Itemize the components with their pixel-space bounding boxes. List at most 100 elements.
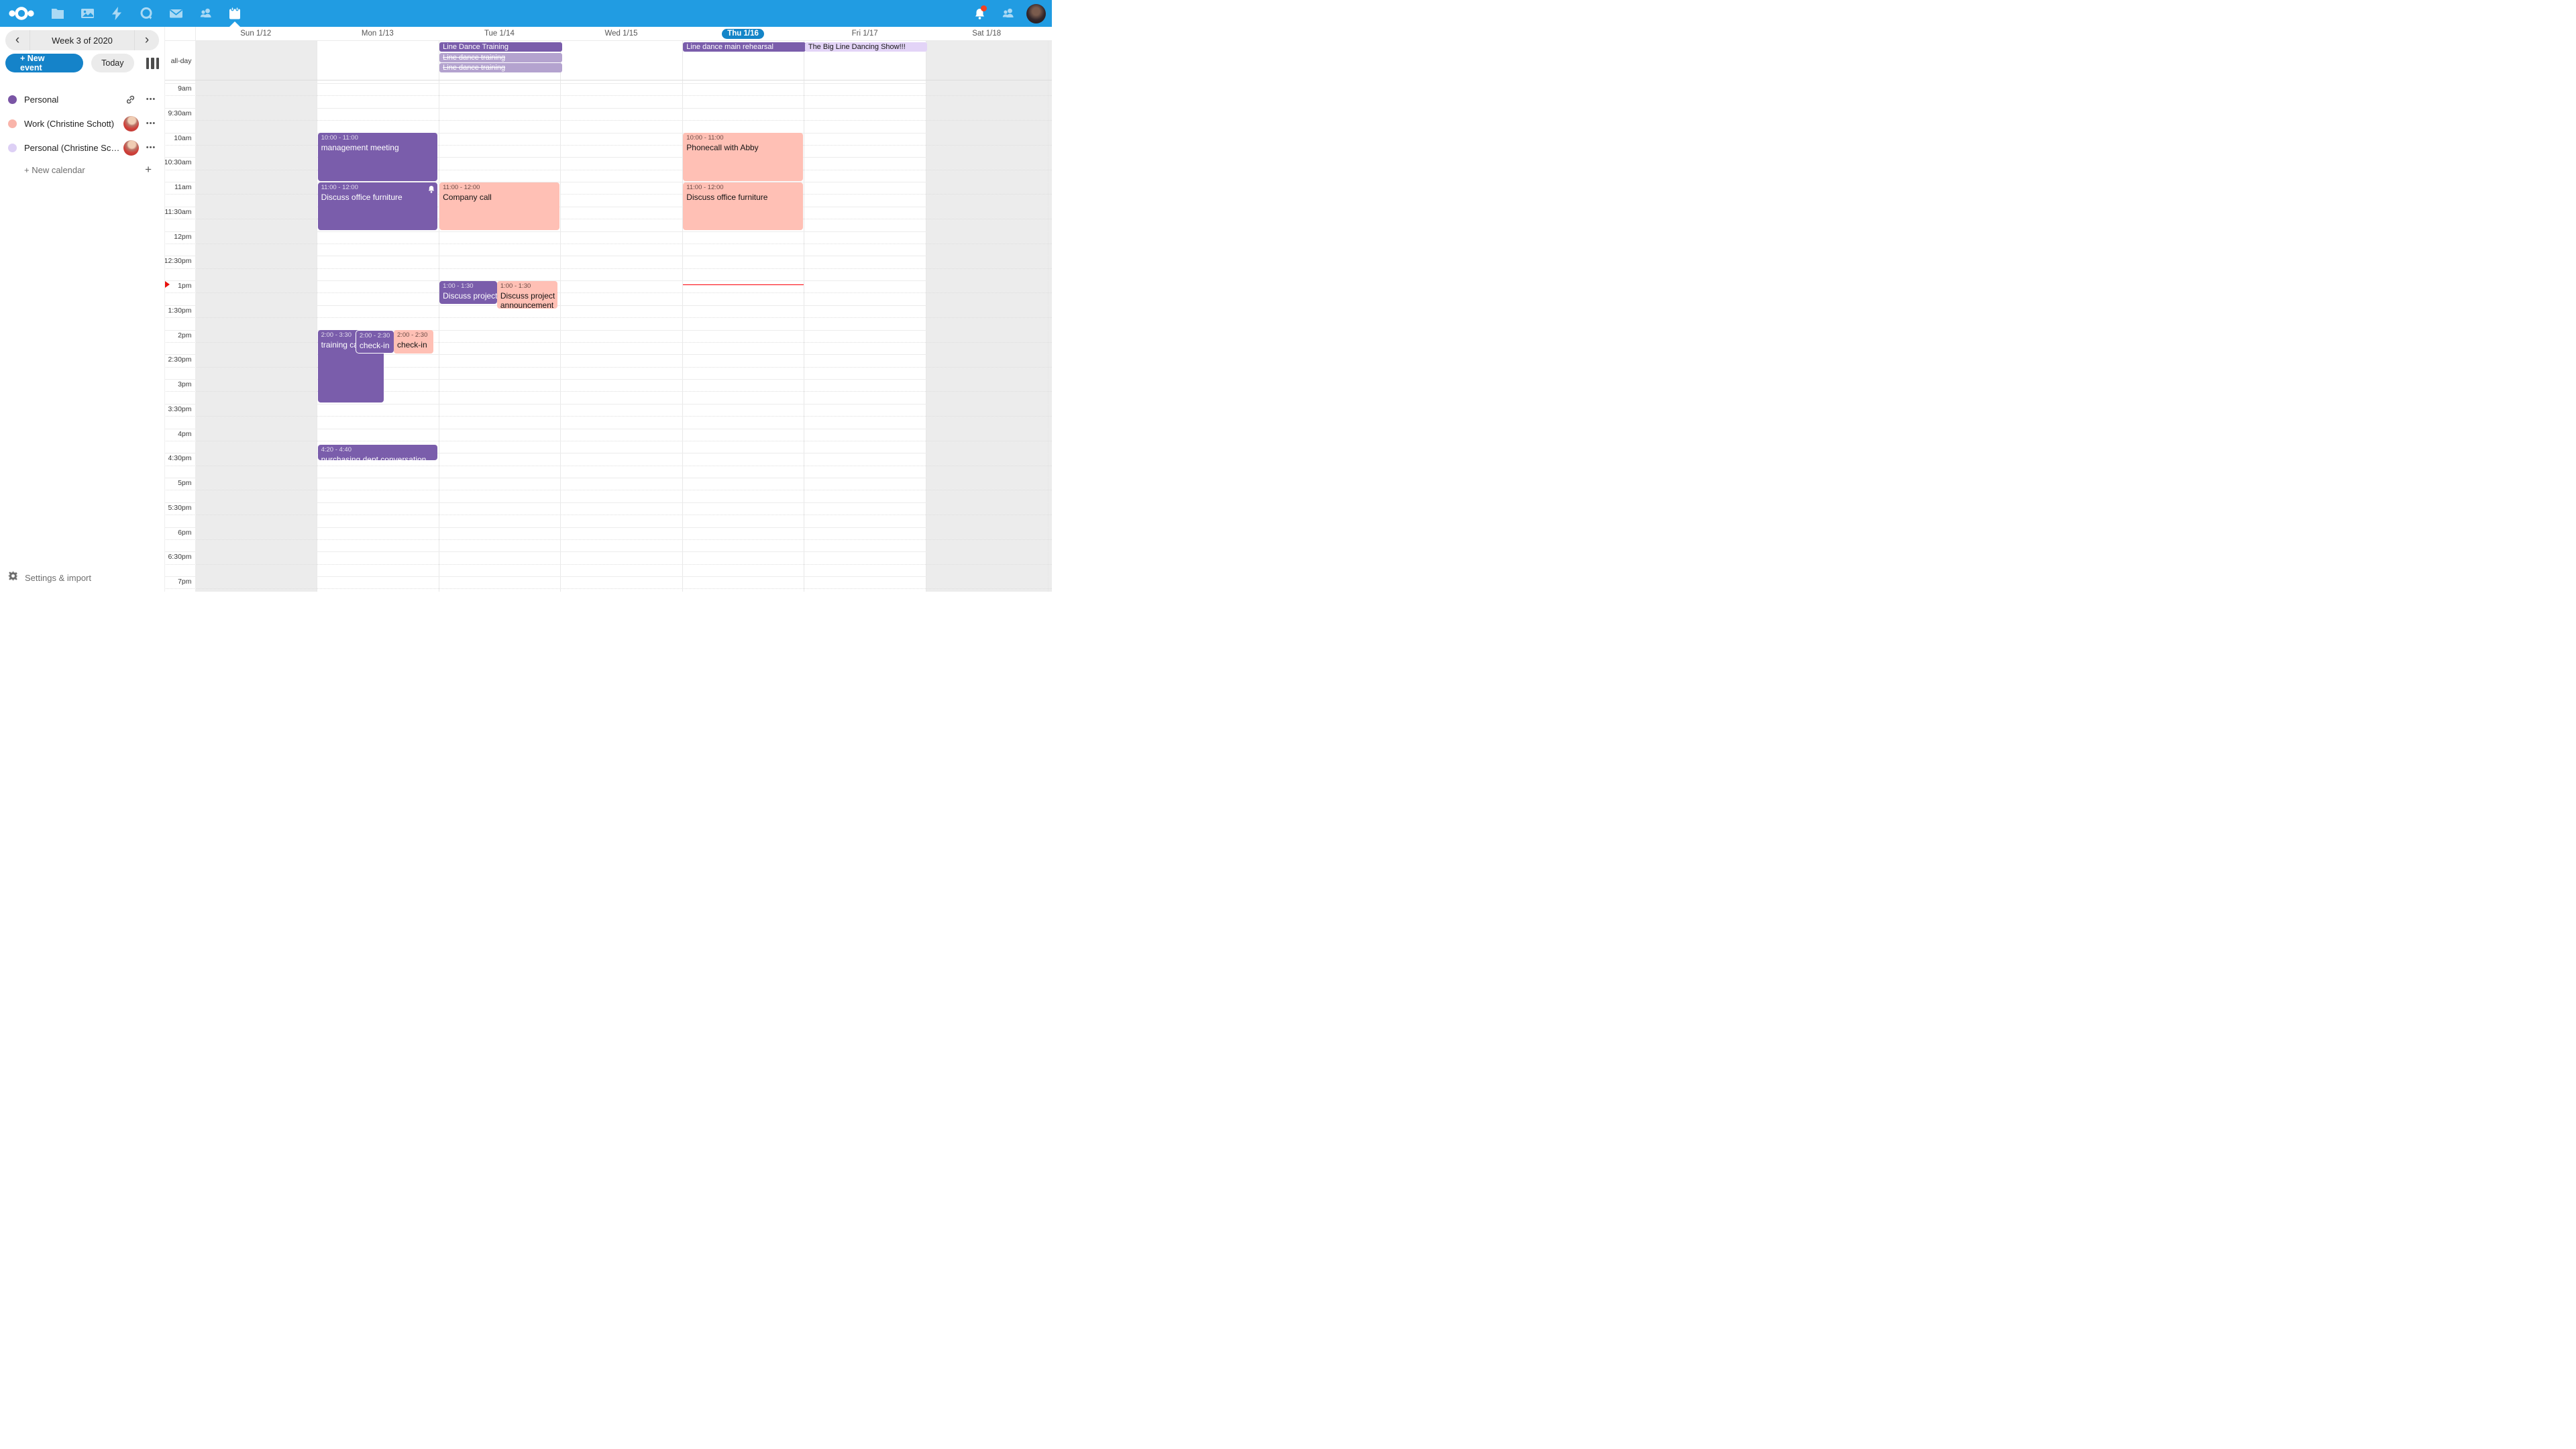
time-label: 5pm (178, 479, 191, 487)
day-column-wed[interactable] (560, 40, 683, 592)
current-time-arrow (165, 281, 170, 288)
today-pill: Thu 1/16 (722, 29, 764, 39)
time-label: 4pm (178, 430, 191, 438)
calendar-menu-button[interactable]: ••• (144, 119, 158, 127)
day-column-mon[interactable] (317, 40, 439, 592)
event[interactable]: 1:00 - 1:30Discuss project announcement (439, 281, 497, 305)
time-label: 1:30pm (168, 307, 191, 315)
time-label: 9am (178, 85, 191, 93)
new-calendar-button[interactable]: + New calendar+ (0, 160, 164, 180)
nextcloud-logo[interactable] (0, 5, 43, 21)
allday-event[interactable]: The Big Line Dancing Show!!! (805, 42, 928, 52)
event-title: Discuss office furniture (321, 193, 437, 202)
user-avatar[interactable] (1024, 0, 1048, 27)
scrollbar-gutter[interactable] (1048, 40, 1053, 592)
day-column-sun[interactable] (195, 40, 318, 592)
calendar-color-dot (8, 144, 17, 152)
allday-event[interactable]: Line dance training (439, 63, 562, 72)
event-time: 2:00 - 2:30 (397, 331, 432, 339)
day-header-tue[interactable]: Tue 1/14 (439, 27, 561, 40)
event[interactable]: 11:00 - 12:00Discuss office furniture (318, 182, 438, 231)
event-time: 2:00 - 2:30 (360, 332, 392, 340)
event[interactable]: 2:00 - 2:30check-in (394, 330, 433, 354)
calendar-list-item[interactable]: Personal••• (0, 87, 164, 111)
week-navigation: ‹ Week 3 of 2020 › (5, 30, 159, 50)
event-title: check-in (397, 340, 432, 350)
event-title: Discuss project announcement (500, 291, 556, 309)
event[interactable]: 11:00 - 12:00Company call (439, 182, 559, 231)
time-label: 11:30am (164, 208, 191, 216)
event-title: check-in (360, 341, 392, 350)
allday-event[interactable]: Line dance training (439, 53, 562, 62)
day-header-fri[interactable]: Fri 1/17 (804, 27, 926, 40)
notifications-bell-icon[interactable] (967, 0, 991, 27)
activity-icon[interactable] (102, 0, 131, 27)
calendar-color-dot (8, 119, 17, 128)
talk-icon[interactable] (131, 0, 161, 27)
day-header-wed[interactable]: Wed 1/15 (560, 27, 682, 40)
day-header-mon[interactable]: Mon 1/13 (317, 27, 439, 40)
event-time: 10:00 - 11:00 (321, 134, 437, 142)
event-time: 10:00 - 11:00 (686, 134, 802, 142)
contacts-menu-icon[interactable] (996, 0, 1020, 27)
reminder-bell-icon (428, 184, 435, 197)
time-label: 3pm (178, 380, 191, 388)
view-toggle-icon[interactable] (146, 58, 160, 69)
gear-icon (8, 571, 18, 584)
files-icon[interactable] (43, 0, 72, 27)
day-column-sat[interactable] (926, 40, 1049, 592)
event-time: 1:00 - 1:30 (500, 282, 556, 290)
calendar-menu-button[interactable]: ••• (144, 95, 158, 103)
day-column-fri[interactable] (804, 40, 926, 592)
day-header-thu[interactable]: Thu 1/16 (682, 27, 804, 40)
calendar-icon[interactable] (220, 0, 250, 27)
allday-event[interactable]: Line dance main rehearsal (683, 42, 806, 52)
day-column-thu[interactable] (682, 40, 805, 592)
event[interactable]: 11:00 - 12:00Discuss office furniture (683, 182, 803, 231)
time-label: 9:30am (168, 109, 191, 117)
time-label: 12pm (174, 233, 191, 241)
next-week-button[interactable]: › (134, 30, 159, 50)
share-link-icon[interactable] (123, 95, 137, 105)
event[interactable]: 4:20 - 4:40purchasing dept conversation (318, 445, 438, 460)
time-label: 3:30pm (168, 405, 191, 413)
time-label: 4:30pm (168, 454, 191, 462)
time-label: 10:30am (164, 158, 192, 166)
new-calendar-label: + New calendar (24, 165, 145, 175)
time-label: 11am (174, 183, 192, 191)
all-day-label: all-day (171, 57, 192, 65)
event-title: purchasing dept conversation (321, 455, 437, 460)
allday-event[interactable]: Line Dance Training (439, 42, 562, 52)
event-title: Company call (443, 193, 558, 202)
event-time: 4:20 - 4:40 (321, 446, 437, 454)
day-column-tue[interactable] (439, 40, 561, 592)
previous-week-button[interactable]: ‹ (5, 30, 30, 50)
settings-import-label: Settings & import (25, 573, 91, 583)
plus-icon: + (145, 163, 152, 176)
photos-icon[interactable] (72, 0, 102, 27)
event[interactable]: 10:00 - 11:00Phonecall with Abby (683, 133, 803, 181)
calendar-list-item[interactable]: Work (Christine Schott)••• (0, 111, 164, 136)
mail-icon[interactable] (161, 0, 191, 27)
calendar-name: Personal (Christine Schott) (24, 143, 123, 153)
calendar-list-item[interactable]: Personal (Christine Schott) ••• (0, 136, 164, 160)
event[interactable]: 10:00 - 11:00management meeting (318, 133, 438, 181)
time-label: 6:30pm (168, 553, 191, 561)
day-header-sat[interactable]: Sat 1/18 (926, 27, 1048, 40)
day-header-sun[interactable]: Sun 1/12 (195, 27, 317, 40)
time-label: 12:30pm (164, 257, 192, 265)
today-button[interactable]: Today (91, 54, 133, 72)
calendar-menu-button[interactable]: ••• (144, 144, 158, 152)
event-title: Phonecall with Abby (686, 143, 802, 152)
event[interactable]: 2:00 - 2:30check-in (356, 330, 394, 354)
settings-import-button[interactable]: Settings & import (0, 568, 99, 587)
current-time-line (683, 284, 804, 285)
sidebar: ‹ Week 3 of 2020 › + New event Today Per… (0, 27, 165, 592)
time-label: 1pm (178, 282, 191, 290)
week-title[interactable]: Week 3 of 2020 (30, 36, 134, 46)
week-view: Sun 1/12Mon 1/13Tue 1/14Wed 1/15 Thu 1/16… (164, 27, 1052, 592)
event[interactable]: 1:00 - 1:30Discuss project announcement (497, 281, 557, 309)
new-event-button[interactable]: + New event (5, 54, 83, 72)
time-label: 6pm (178, 529, 191, 537)
contacts-icon[interactable] (191, 0, 220, 27)
